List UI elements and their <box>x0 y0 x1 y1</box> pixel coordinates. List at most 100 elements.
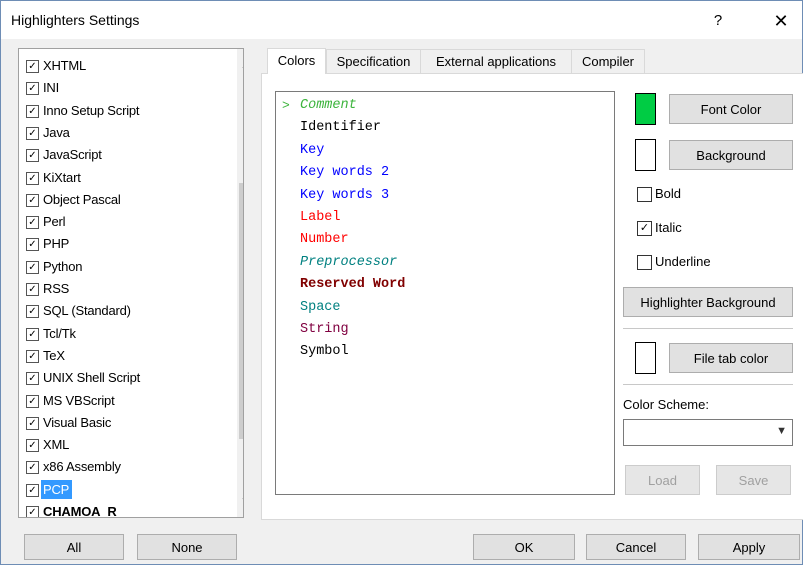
language-item[interactable]: ✓ KiXtart <box>22 167 218 189</box>
italic-check-box[interactable]: ✓ <box>637 221 652 236</box>
close-button[interactable]: ✕ <box>769 9 793 33</box>
file-tab-color-button[interactable]: File tab color <box>669 343 793 373</box>
language-checkbox[interactable]: ✓ <box>26 260 39 274</box>
language-label: XHTML <box>43 58 87 73</box>
language-checkbox[interactable]: ✓ <box>26 327 39 341</box>
language-list-scrollbar[interactable]: ▲ ▼ <box>237 49 243 517</box>
language-checkbox[interactable]: ✓ <box>26 193 39 207</box>
ok-button[interactable]: OK <box>473 534 575 560</box>
background-button[interactable]: Background <box>669 140 793 170</box>
language-label: Tcl/Tk <box>43 325 76 341</box>
language-item[interactable]: ✓ PHP <box>22 233 218 255</box>
language-checkbox[interactable]: ✓ <box>26 149 39 163</box>
none-button[interactable]: None <box>137 534 237 560</box>
language-label: INI <box>43 80 60 96</box>
tab-colors[interactable]: Colors <box>267 48 326 74</box>
syntax-element-item[interactable]: Number <box>300 232 349 247</box>
language-item[interactable]: ✓ PCP <box>22 479 218 501</box>
title-bar: Highlighters Settings ? ✕ <box>1 1 802 39</box>
language-item[interactable]: ✓ CHAMOA_R <box>22 501 218 517</box>
highlighter-background-button[interactable]: Highlighter Background <box>623 287 793 317</box>
color-scheme-select[interactable]: ▼ <box>623 419 793 446</box>
language-item[interactable]: ✓ UNIX Shell Script <box>22 367 218 389</box>
language-label: PHP <box>43 236 70 252</box>
language-checkbox[interactable]: ✓ <box>26 439 39 453</box>
language-checkbox[interactable]: ✓ <box>26 349 39 363</box>
syntax-element-item[interactable]: String <box>300 322 349 337</box>
syntax-element-item[interactable]: Preprocessor <box>300 255 397 270</box>
apply-button[interactable]: Apply <box>698 534 800 560</box>
language-label: TeX <box>43 347 65 363</box>
load-button[interactable]: Load <box>625 465 700 495</box>
language-checkbox[interactable]: ✓ <box>26 126 39 140</box>
language-item[interactable]: ✓ MS VBScript <box>22 390 218 412</box>
font-color-swatch <box>635 93 656 125</box>
language-item[interactable]: ✓ Visual Basic <box>22 412 218 434</box>
language-item[interactable]: ✓ XML <box>22 434 218 456</box>
save-button[interactable]: Save <box>716 465 791 495</box>
language-checkbox[interactable]: ✓ <box>26 171 39 185</box>
syntax-element-item[interactable]: Identifier <box>300 120 381 135</box>
language-checkbox[interactable]: ✓ <box>26 394 39 408</box>
syntax-element-item[interactable]: Comment <box>300 98 357 113</box>
all-button[interactable]: All <box>24 534 124 560</box>
language-checkbox[interactable]: ✓ <box>26 216 39 230</box>
syntax-element-item[interactable]: Space <box>300 300 341 315</box>
language-item[interactable]: ✓ Inno Setup Script <box>22 100 218 122</box>
syntax-element-list[interactable]: > Comment Identifier Key Key words 2 Key wor… <box>275 91 615 495</box>
language-item[interactable]: ✓ Java <box>22 122 218 144</box>
language-checkbox[interactable]: ✓ <box>26 82 39 96</box>
help-button[interactable]: ? <box>706 9 730 33</box>
syntax-element-item[interactable]: Key <box>300 143 324 158</box>
language-checkbox[interactable]: ✓ <box>26 506 39 517</box>
language-label: Object Pascal <box>43 191 121 207</box>
language-checkbox[interactable]: ✓ <box>26 238 39 252</box>
language-label: XML <box>43 437 70 453</box>
language-item[interactable]: ✓ x86 Assembly <box>22 456 218 478</box>
highlighters-dialog: Highlighters Settings ? ✕ ✓ XHTML ✓ INI ✓ Inn… <box>0 0 803 565</box>
language-item[interactable]: ✓ Perl <box>22 211 218 233</box>
language-checkbox[interactable]: ✓ <box>26 283 39 296</box>
bold-check-box[interactable] <box>637 187 652 202</box>
language-checkbox[interactable]: ✓ <box>26 305 39 319</box>
language-checkbox[interactable]: ✓ <box>26 60 39 73</box>
underline-label: Underline <box>655 254 711 269</box>
language-list[interactable]: ✓ XHTML ✓ INI ✓ Inno Setup Script ✓ Java ✓ JavaSc… <box>18 48 244 518</box>
language-item[interactable]: ✓ JavaScript <box>22 144 218 166</box>
syntax-element-item[interactable]: Reserved Word <box>300 277 405 292</box>
cancel-button[interactable]: Cancel <box>586 534 686 560</box>
scroll-thumb[interactable] <box>239 183 243 439</box>
underline-check-box[interactable] <box>637 255 652 270</box>
language-checkbox[interactable]: ✓ <box>26 372 39 386</box>
language-checkbox[interactable]: ✓ <box>26 104 39 118</box>
language-label: Inno Setup Script <box>43 102 140 118</box>
language-item[interactable]: ✓ Python <box>22 256 218 278</box>
language-item[interactable]: ✓ XHTML <box>22 55 218 77</box>
language-checkbox[interactable]: ✓ <box>26 461 39 475</box>
syntax-element-item[interactable]: Key words 3 <box>300 188 389 203</box>
current-element-marker: > <box>282 98 290 113</box>
tab-external-applications[interactable]: External applications <box>420 49 572 73</box>
separator <box>623 384 793 385</box>
tab-compiler[interactable]: Compiler <box>571 49 645 73</box>
tab-specification[interactable]: Specification <box>326 49 421 73</box>
window-title: Highlighters Settings <box>11 12 140 28</box>
scroll-up-icon[interactable]: ▲ <box>237 57 243 74</box>
language-checkbox[interactable]: ✓ <box>26 416 39 430</box>
font-color-button[interactable]: Font Color <box>669 94 793 124</box>
separator <box>623 328 793 329</box>
language-item[interactable]: ✓ Tcl/Tk <box>22 323 218 345</box>
syntax-element-item[interactable]: Symbol <box>300 344 349 359</box>
language-item[interactable]: ✓ Object Pascal <box>22 189 218 211</box>
chevron-down-icon[interactable]: ▼ <box>776 425 787 437</box>
language-item[interactable]: ✓ TeX <box>22 345 218 367</box>
language-label: x86 Assembly <box>43 459 121 475</box>
language-item[interactable]: ✓ INI <box>22 77 218 99</box>
language-item[interactable]: ✓ SQL (Standard) <box>22 300 218 322</box>
background-color-swatch <box>635 139 656 171</box>
syntax-element-item[interactable]: Key words 2 <box>300 165 389 180</box>
scroll-down-icon[interactable]: ▼ <box>237 493 243 510</box>
language-item[interactable]: ✓ RSS <box>22 278 218 300</box>
syntax-element-item[interactable]: Label <box>300 210 341 225</box>
language-checkbox[interactable]: ✓ <box>26 483 39 497</box>
